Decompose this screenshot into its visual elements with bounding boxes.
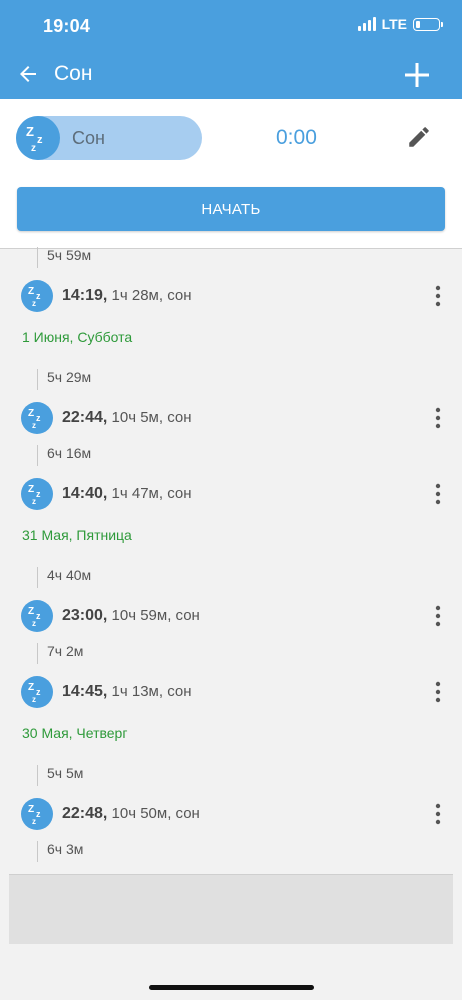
wake-interval-label: 6ч 3м — [47, 841, 84, 857]
svg-text:z: z — [36, 489, 41, 499]
wake-interval-label: 7ч 2м — [47, 643, 84, 659]
sleep-start-time: 22:44, — [62, 409, 108, 426]
tracker-card: Z z z Сон 0:00 НАЧАТЬ — [0, 99, 462, 249]
sleep-start-time: 22:48, — [62, 805, 108, 822]
wake-interval-label: 5ч 59м — [47, 247, 92, 263]
sleep-duration: 1ч 28м, сон — [107, 287, 192, 304]
svg-text:Z: Z — [28, 484, 34, 495]
timeline-connector — [37, 765, 38, 786]
sleep-duration: 10ч 5м, сон — [107, 409, 192, 426]
svg-text:Z: Z — [28, 408, 34, 419]
signal-icon — [357, 17, 376, 31]
bottom-panel — [9, 874, 453, 944]
sleep-entry-row[interactable]: Zz z 14:19, 1ч 28м, сон — [0, 280, 462, 314]
activity-selector[interactable]: Z z z Сон — [16, 116, 202, 160]
svg-text:z: z — [36, 809, 41, 819]
svg-text:z: z — [36, 413, 41, 423]
app-bar: 19:04 LTE Сон — [0, 0, 462, 99]
sleep-entry-text: 22:44, 10ч 5м, сон — [62, 409, 192, 427]
more-vert-icon[interactable] — [434, 483, 442, 505]
sleep-duration: 10ч 50м, сон — [107, 805, 200, 822]
sleep-duration: 1ч 13м, сон — [107, 683, 192, 700]
svg-text:Z: Z — [28, 606, 34, 617]
date-header: 30 Мая, Четверг — [22, 725, 128, 741]
arrow-left-icon[interactable] — [16, 62, 40, 86]
sleep-zzz-icon: Zzz — [21, 402, 53, 434]
svg-text:Z: Z — [28, 804, 34, 815]
svg-text:z: z — [36, 291, 41, 301]
timeline-connector — [37, 247, 38, 268]
wake-interval-label: 6ч 16м — [47, 445, 92, 461]
sleep-start-time: 14:45, — [62, 683, 108, 700]
home-indicator[interactable] — [149, 985, 314, 990]
sleep-entry-row[interactable]: Zz z 22:44, 10ч 5м, сон — [0, 402, 462, 436]
sleep-start-time: 23:00, — [62, 607, 108, 624]
page-title: Сон — [54, 62, 93, 85]
svg-text:Z: Z — [26, 124, 34, 139]
network-label: LTE — [381, 16, 407, 32]
timer-display: 0:00 — [276, 126, 317, 149]
plus-icon[interactable] — [402, 60, 432, 90]
svg-text:Z: Z — [28, 682, 34, 693]
svg-text:z: z — [32, 421, 36, 430]
sleep-entry-text: 14:19, 1ч 28м, сон — [62, 287, 192, 305]
svg-text:z: z — [31, 143, 36, 154]
timeline-connector — [37, 643, 38, 664]
sleep-zzz-icon: Zzz — [21, 600, 53, 632]
wake-interval-label: 4ч 40м — [47, 567, 92, 583]
sleep-zzz-icon: Zzz — [21, 676, 53, 708]
sleep-entry-text: 22:48, 10ч 50м, сон — [62, 805, 200, 823]
sleep-zzz-icon: Zzz — [21, 280, 53, 312]
timeline-connector — [37, 369, 38, 390]
sleep-entry-text: 23:00, 10ч 59м, сон — [62, 607, 200, 625]
more-vert-icon[interactable] — [434, 407, 442, 429]
svg-text:z: z — [32, 619, 36, 628]
timeline-connector — [37, 567, 38, 588]
svg-text:z: z — [32, 695, 36, 704]
svg-text:z: z — [36, 687, 41, 697]
battery-low-icon — [413, 17, 443, 31]
svg-text:z: z — [32, 817, 36, 826]
sleep-entry-row[interactable]: Zz z 14:40, 1ч 47м, сон — [0, 478, 462, 512]
activity-label: Сон — [72, 128, 105, 148]
wake-interval-label: 5ч 29м — [47, 369, 92, 385]
more-vert-icon[interactable] — [434, 605, 442, 627]
more-vert-icon[interactable] — [434, 681, 442, 703]
date-header: 31 Мая, Пятница — [22, 527, 132, 543]
status-indicators: LTE — [357, 16, 443, 32]
sleep-entry-row[interactable]: Zz z 14:45, 1ч 13м, сон — [0, 676, 462, 710]
svg-text:z: z — [32, 299, 36, 308]
svg-text:z: z — [37, 134, 43, 146]
start-button[interactable]: НАЧАТЬ — [17, 187, 445, 231]
timeline-connector — [37, 445, 38, 466]
sleep-zzz-icon: Zzz — [21, 478, 53, 510]
timeline-connector — [37, 841, 38, 862]
svg-text:z: z — [36, 611, 41, 621]
svg-text:Z: Z — [28, 286, 34, 297]
sleep-zzz-icon: Z z z — [16, 116, 60, 160]
sleep-entry-text: 14:40, 1ч 47м, сон — [62, 485, 192, 503]
wake-interval-label: 5ч 5м — [47, 765, 84, 781]
more-vert-icon[interactable] — [434, 285, 442, 307]
more-vert-icon[interactable] — [434, 803, 442, 825]
sleep-start-time: 14:19, — [62, 287, 108, 304]
sleep-duration: 10ч 59м, сон — [107, 607, 200, 624]
sleep-zzz-icon: Zzz — [21, 798, 53, 830]
pencil-icon[interactable] — [406, 124, 432, 150]
date-header: 1 Июня, Суббота — [22, 329, 133, 345]
sleep-entry-row[interactable]: Zz z 22:48, 10ч 50м, сон — [0, 798, 462, 832]
svg-text:z: z — [32, 497, 36, 506]
sleep-entry-text: 14:45, 1ч 13м, сон — [62, 683, 192, 701]
sleep-entry-row[interactable]: Zz z 23:00, 10ч 59м, сон — [0, 600, 462, 634]
status-time: 19:04 — [43, 16, 91, 36]
sleep-start-time: 14:40, — [62, 485, 108, 502]
sleep-duration: 1ч 47м, сон — [107, 485, 192, 502]
